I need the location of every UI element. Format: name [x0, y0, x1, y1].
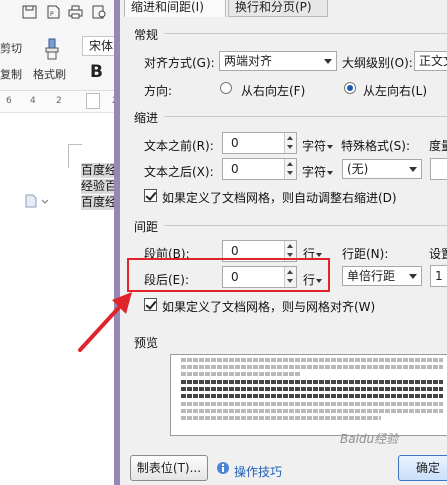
indent-after-value: 0 — [231, 162, 239, 176]
spin-down-icon — [287, 253, 293, 257]
ribbon: P 剪切 复制 格式刷 宋体 B — [0, 0, 125, 91]
dialog-body: 缩进和间距(I) 换行和分页(P) 常规 对齐方式(G): 两端对齐 大纲级别(… — [120, 0, 447, 485]
document-editor: P 剪切 复制 格式刷 宋体 B 6 4 2 2 百度经 经验百 百度经 — [0, 0, 125, 485]
chevron-down-icon — [327, 170, 334, 175]
export-pdf-icon[interactable]: P — [46, 5, 61, 19]
general-section-title: 常规 — [134, 28, 159, 42]
ltr-radio[interactable] — [344, 82, 356, 94]
spinner-buttons[interactable] — [284, 133, 296, 153]
preview-section-title: 预览 — [134, 336, 159, 350]
ruler-number: 6 — [6, 96, 12, 106]
ltr-radio-label[interactable]: 从左向右(L) — [363, 82, 427, 99]
preview-line — [181, 394, 443, 398]
format-painter-button[interactable]: 格式刷 — [33, 66, 66, 82]
snap-to-grid-label[interactable]: 如果定义了文档网格，则与网格对齐(W) — [162, 298, 375, 315]
section-divider — [164, 33, 447, 34]
preview-line — [181, 380, 443, 384]
ok-button[interactable]: 确定 — [398, 455, 447, 481]
section-divider — [164, 116, 447, 117]
save-icon[interactable] — [22, 5, 37, 19]
alignment-select[interactable]: 两端对齐 — [219, 51, 337, 71]
indent-after-unit[interactable]: 字符 — [302, 163, 334, 180]
ruler-number: 2 — [56, 96, 62, 106]
ruler-number: 4 — [30, 96, 36, 106]
measure-label: 度量 — [429, 139, 447, 153]
tab-indent-spacing[interactable]: 缩进和间距(I) — [124, 0, 226, 17]
spinner-buttons[interactable] — [284, 159, 296, 179]
preview-line — [181, 387, 443, 391]
tabs-button[interactable]: 制表位(T)... — [130, 455, 208, 481]
cut-button[interactable]: 剪切 — [0, 40, 22, 56]
auto-adjust-checkbox[interactable] — [144, 189, 157, 202]
line-spacing-value: 单倍行距 — [347, 269, 396, 283]
indent-before-input[interactable]: 0 — [222, 132, 297, 154]
auto-adjust-label[interactable]: 如果定义了文档网格，则自动调整右缩进(D) — [162, 189, 397, 206]
indent-before-value: 0 — [231, 136, 239, 150]
margin-mark — [68, 144, 82, 145]
preview-line — [181, 365, 443, 369]
outline-level-select[interactable]: 正文文 — [414, 51, 447, 71]
special-format-value: (无) — [347, 162, 369, 176]
paragraph-dialog: 缩进和间距(I) 换行和分页(P) 常规 对齐方式(G): 两端对齐 大纲级别(… — [114, 0, 447, 485]
spin-up-icon — [287, 162, 293, 166]
preview-pane — [170, 354, 447, 436]
preview-line — [181, 402, 443, 406]
spacing-section-title: 间距 — [134, 220, 159, 234]
preview-line — [181, 409, 443, 413]
copy-button[interactable]: 复制 — [0, 66, 22, 82]
section-divider — [164, 225, 447, 226]
indent-section-title: 缩进 — [134, 111, 159, 125]
preview-line — [181, 416, 381, 420]
preview-line — [181, 358, 443, 362]
set-value-input[interactable]: 1 — [430, 265, 447, 287]
paste-options-icon[interactable] — [24, 194, 50, 208]
format-painter-icon[interactable] — [43, 38, 61, 60]
special-format-label: 特殊格式(S): — [341, 139, 411, 153]
margin-mark — [68, 144, 69, 168]
indent-after-label: 文本之后(X): — [144, 165, 214, 179]
space-before-value: 0 — [231, 244, 239, 258]
spin-up-icon — [287, 136, 293, 140]
chevron-down-icon — [327, 144, 334, 149]
set-value-label: 设置 — [429, 247, 447, 261]
print-preview-icon[interactable] — [92, 5, 107, 19]
spin-down-icon — [287, 171, 293, 175]
line-spacing-label: 行距(N): — [342, 247, 389, 261]
line-spacing-select[interactable]: 单倍行距 — [342, 266, 422, 286]
tips-link[interactable]: 操作技巧 — [234, 463, 282, 480]
unit-label: 字符 — [302, 165, 327, 179]
outline-level-label: 大纲级别(O): — [342, 56, 413, 70]
ruler: 6 4 2 2 — [0, 91, 125, 113]
info-icon — [217, 462, 229, 474]
chevron-down-icon — [409, 167, 417, 172]
measure-input[interactable] — [430, 158, 447, 180]
special-format-select[interactable]: (无) — [342, 159, 422, 179]
highlight-box — [127, 258, 330, 292]
bold-button[interactable]: B — [90, 62, 103, 82]
preview-line — [181, 372, 301, 376]
indent-before-label: 文本之前(R): — [144, 139, 214, 153]
svg-text:P: P — [50, 11, 54, 18]
tab-line-page-breaks[interactable]: 换行和分页(P) — [228, 0, 328, 17]
rtl-radio[interactable] — [220, 82, 232, 94]
alignment-value: 两端对齐 — [224, 54, 273, 68]
print-icon[interactable] — [68, 5, 83, 19]
chevron-down-icon — [409, 274, 417, 279]
alignment-label: 对齐方式(G): — [144, 56, 215, 70]
red-arrow-icon — [78, 292, 132, 352]
indent-after-input[interactable]: 0 — [222, 158, 297, 180]
indent-marker[interactable] — [86, 93, 100, 109]
chevron-down-icon — [316, 252, 323, 257]
direction-label: 方向: — [144, 84, 173, 98]
indent-before-unit[interactable]: 字符 — [302, 137, 334, 154]
unit-label: 字符 — [302, 139, 327, 153]
watermark: Baidu经验 — [340, 432, 399, 446]
snap-to-grid-checkbox[interactable] — [144, 298, 157, 311]
spin-down-icon — [287, 145, 293, 149]
spin-up-icon — [287, 244, 293, 248]
chevron-down-icon — [324, 59, 332, 64]
rtl-radio-label[interactable]: 从右向左(F) — [241, 82, 305, 99]
